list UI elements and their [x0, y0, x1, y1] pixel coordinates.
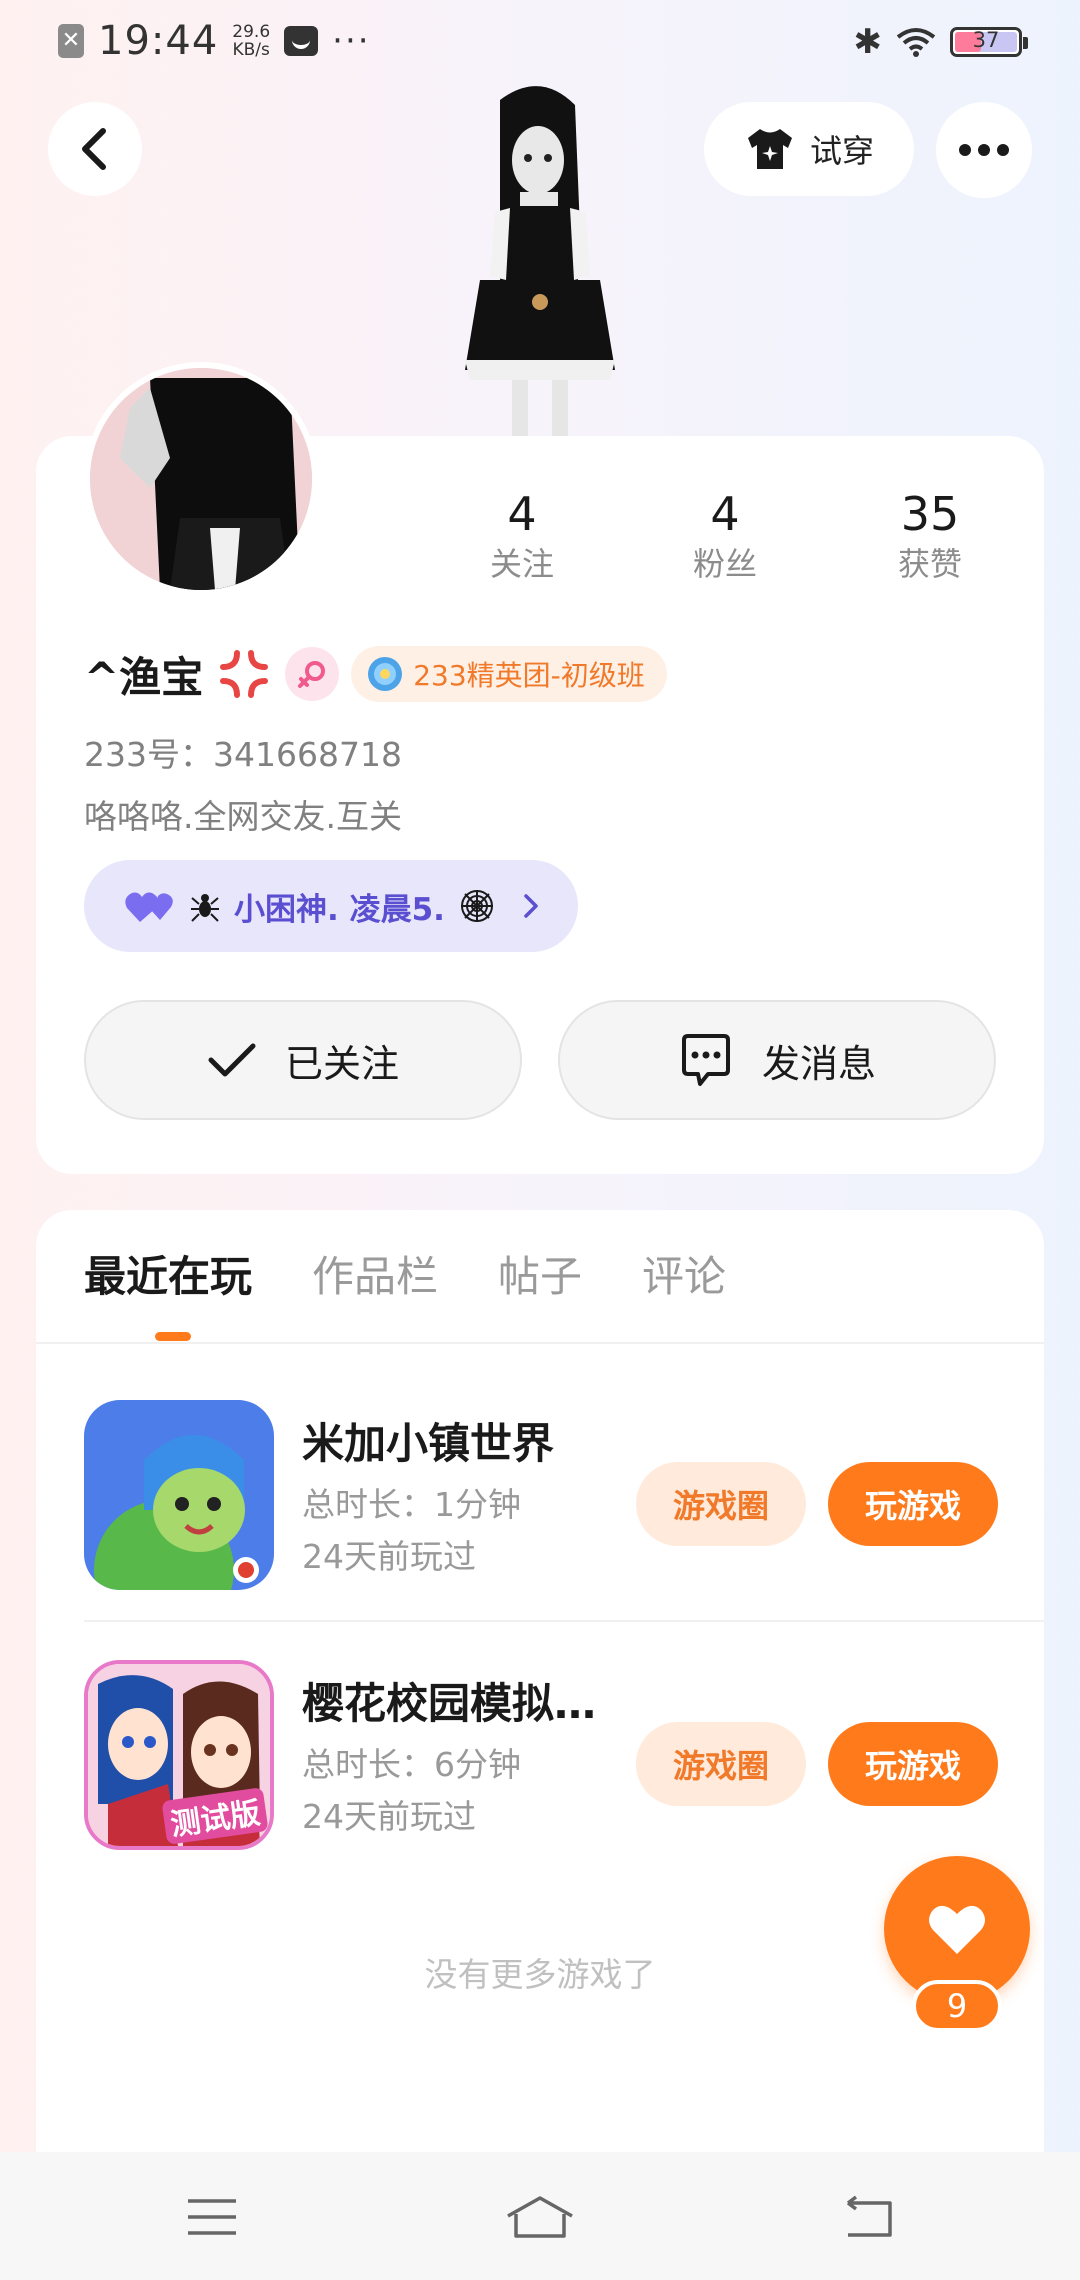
- tshirt-icon: [747, 129, 792, 169]
- spiderweb-icon: [460, 890, 493, 922]
- tab-works[interactable]: 作品栏: [312, 1244, 438, 1334]
- heart-icon: [929, 1905, 985, 1954]
- notification-close-icon: ✕: [58, 24, 84, 58]
- chevron-right-icon: [524, 894, 538, 918]
- game-title: 樱花校园模拟…: [302, 1679, 597, 1728]
- nav-home-button[interactable]: [500, 2182, 580, 2252]
- network-speed: 29.6 KB/s: [232, 22, 271, 60]
- follow-button[interactable]: 已关注: [84, 1000, 522, 1120]
- stat-following[interactable]: 4 关注: [442, 486, 602, 586]
- elite-medal-icon: [368, 657, 403, 691]
- bluetooth-icon: ✱: [853, 22, 883, 62]
- game-icon-miga[interactable]: [84, 1400, 274, 1590]
- game-title: 米加小镇世界: [302, 1419, 555, 1468]
- female-gender-icon: [285, 647, 340, 701]
- battery-icon: 37: [950, 27, 1028, 57]
- play-game-button[interactable]: 玩游戏: [828, 1722, 998, 1806]
- home-icon: [507, 2196, 573, 2238]
- check-icon: [208, 1043, 256, 1077]
- game-duration: 总时长：1分钟: [302, 1485, 521, 1524]
- bond-name: 小困神. 凌晨5.: [234, 891, 445, 928]
- row-divider: [84, 1620, 1044, 1622]
- more-notifications-icon: ···: [332, 21, 371, 61]
- more-dot-icon: [959, 144, 971, 156]
- more-dot-icon: [978, 144, 990, 156]
- game-icon-sakura[interactable]: 测试版: [84, 1660, 274, 1850]
- status-bar: ✕ 19:44 29.6 KB/s ··· ✱ 37: [0, 0, 1080, 84]
- system-nav-bar: [0, 2152, 1080, 2280]
- double-heart-icon: [125, 892, 173, 922]
- profile-tabs: 最近在玩 作品栏 帖子 评论: [84, 1244, 726, 1334]
- stat-likes[interactable]: 35 获赞: [850, 486, 1010, 586]
- user-name: ^渔宝: [84, 652, 204, 702]
- tab-comments[interactable]: 评论: [642, 1244, 726, 1334]
- user-id: 233号：341668718: [84, 735, 402, 774]
- tab-indicator: [155, 1332, 191, 1341]
- tab-recently-played[interactable]: 最近在玩: [84, 1244, 252, 1334]
- more-dot-icon: [997, 144, 1009, 156]
- tab-posts[interactable]: 帖子: [498, 1244, 582, 1334]
- play-game-button[interactable]: 玩游戏: [828, 1462, 998, 1546]
- chat-bubble-icon: [681, 1034, 730, 1086]
- back-button[interactable]: [48, 102, 142, 196]
- game-row[interactable]: 米加小镇世界 总时长：1分钟 24天前玩过 游戏圈 玩游戏: [84, 1400, 1044, 1600]
- like-count-badge: 9: [912, 1980, 1002, 2032]
- game-circle-button[interactable]: 游戏圈: [636, 1722, 806, 1806]
- user-bio: 咯咯咯.全网交友.互关: [84, 797, 402, 836]
- menu-icon: [188, 2199, 236, 2235]
- anger-emoji-icon: [220, 650, 269, 698]
- elite-group-badge[interactable]: 233精英团-初级班: [351, 646, 667, 702]
- try-on-label: 试穿: [809, 132, 874, 170]
- nav-back-button[interactable]: [828, 2182, 908, 2252]
- message-notification-icon: [284, 26, 319, 56]
- back-arrow-icon: [82, 128, 106, 170]
- tab-divider: [36, 1342, 1044, 1344]
- name-row: ^渔宝 233精英团-初级班: [84, 640, 667, 708]
- elite-badge-label: 233精英团-初级班: [413, 659, 645, 692]
- game-circle-button[interactable]: 游戏圈: [636, 1462, 806, 1546]
- game-last-played: 24天前玩过: [302, 1537, 476, 1576]
- follow-label: 已关注: [284, 1041, 399, 1086]
- stat-fans[interactable]: 4 粉丝: [645, 486, 805, 586]
- status-time: 19:44: [98, 18, 219, 64]
- message-label: 发消息: [761, 1041, 876, 1086]
- character-avatar-figure[interactable]: [440, 80, 640, 440]
- more-options-button[interactable]: [936, 102, 1032, 198]
- message-button[interactable]: 发消息: [558, 1000, 996, 1120]
- game-last-played: 24天前玩过: [302, 1797, 476, 1836]
- game-duration: 总时长：6分钟: [302, 1745, 521, 1784]
- game-row[interactable]: 测试版 樱花校园模拟… 总时长：6分钟 24天前玩过 游戏圈 玩游戏: [84, 1660, 1044, 1860]
- nav-menu-button[interactable]: [172, 2182, 252, 2252]
- stats-row: 4 关注 4 粉丝 35 获赞: [0, 486, 1080, 596]
- bond-relationship-pill[interactable]: 小困神. 凌晨5.: [84, 860, 578, 952]
- spider-icon: [191, 894, 219, 922]
- return-icon: [846, 2195, 892, 2237]
- try-on-button[interactable]: 试穿: [704, 102, 914, 196]
- wifi-icon: [896, 28, 936, 57]
